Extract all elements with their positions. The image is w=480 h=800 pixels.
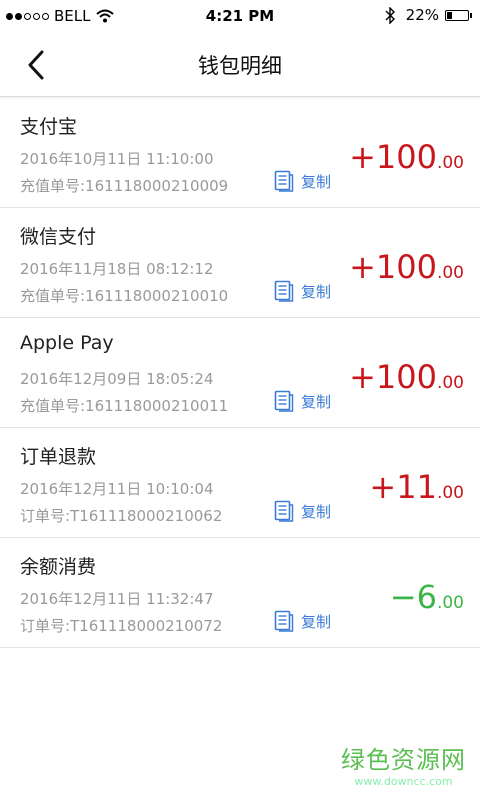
transaction-datetime: 2016年12月11日 11:32:47 (20, 590, 214, 608)
payment-method: 支付宝 (20, 116, 78, 138)
amount-decimal: .00 (436, 153, 464, 173)
watermark-logo: 绿色资源网 (341, 746, 466, 774)
document-icon (274, 170, 294, 192)
document-icon (274, 500, 294, 522)
copy-button[interactable]: 复制 (274, 610, 331, 632)
watermark-url: www.downcc.com (354, 775, 453, 788)
transaction-row: Apple Pay 2016年12月09日 18:05:24 充值单号:1611… (0, 318, 480, 428)
page-title: 钱包明细 (198, 54, 282, 78)
amount-integer: +100 (349, 358, 437, 396)
status-right: 22% (384, 6, 472, 24)
amount-decimal: .00 (436, 373, 464, 393)
transaction-amount: +11.00 (369, 468, 464, 506)
transaction-datetime: 2016年12月09日 18:05:24 (20, 370, 214, 388)
transaction-datetime: 2016年10月11日 11:10:00 (20, 150, 214, 168)
copy-button[interactable]: 复制 (274, 280, 331, 302)
copy-label: 复制 (301, 282, 332, 301)
transaction-datetime: 2016年12月11日 10:10:04 (20, 480, 214, 498)
transaction-amount: −6.00 (390, 578, 464, 616)
copy-label: 复制 (301, 172, 332, 191)
battery-percent: 22% (405, 6, 439, 24)
site-watermark: 绿色资源网 www.downcc.com (341, 740, 466, 788)
copy-button[interactable]: 复制 (274, 390, 331, 412)
transaction-row: 支付宝 2016年10月11日 11:10:00 充值单号:1611180002… (0, 98, 480, 208)
order-number: 充值单号:161118000210009 (20, 177, 229, 195)
copy-label: 复制 (301, 612, 332, 631)
amount-integer: +11 (369, 468, 437, 506)
copy-label: 复制 (301, 392, 332, 411)
copy-button[interactable]: 复制 (274, 500, 331, 522)
status-bar: BELL 4:21 PM 22% (0, 0, 480, 32)
transaction-row: 微信支付 2016年11月18日 08:12:12 充值单号:161118000… (0, 208, 480, 318)
amount-integer: −6 (389, 578, 437, 616)
amount-decimal: .00 (436, 593, 464, 613)
order-number: 订单号:T161118000210062 (20, 507, 223, 525)
amount-integer: +100 (349, 248, 437, 286)
amount-integer: +100 (349, 138, 437, 176)
payment-method: Apple Pay (20, 332, 114, 354)
transaction-row: 余额消费 2016年12月11日 11:32:47 订单号:T161118000… (0, 538, 480, 648)
order-number: 订单号:T161118000210072 (20, 617, 223, 635)
document-icon (274, 390, 294, 412)
transaction-list: 支付宝 2016年10月11日 11:10:00 充值单号:1611180002… (0, 98, 480, 648)
order-number: 充值单号:161118000210010 (20, 287, 229, 305)
payment-method: 微信支付 (20, 226, 97, 248)
document-icon (274, 280, 294, 302)
document-icon (274, 610, 294, 632)
transaction-row: 订单退款 2016年12月11日 10:10:04 订单号:T161118000… (0, 428, 480, 538)
bluetooth-icon (385, 6, 395, 24)
transaction-amount: +100.00 (349, 358, 464, 396)
copy-button[interactable]: 复制 (274, 170, 331, 192)
transaction-amount: +100.00 (349, 248, 464, 286)
amount-decimal: .00 (436, 483, 464, 503)
order-number: 充值单号:161118000210011 (20, 397, 229, 415)
navigation-bar: 钱包明细 (0, 32, 480, 97)
amount-decimal: .00 (436, 263, 464, 283)
battery-icon (445, 9, 472, 21)
transaction-amount: +100.00 (349, 138, 464, 176)
copy-label: 复制 (301, 502, 332, 521)
payment-method: 余额消费 (20, 556, 97, 578)
transaction-datetime: 2016年11月18日 08:12:12 (20, 260, 214, 278)
payment-method: 订单退款 (20, 446, 97, 468)
